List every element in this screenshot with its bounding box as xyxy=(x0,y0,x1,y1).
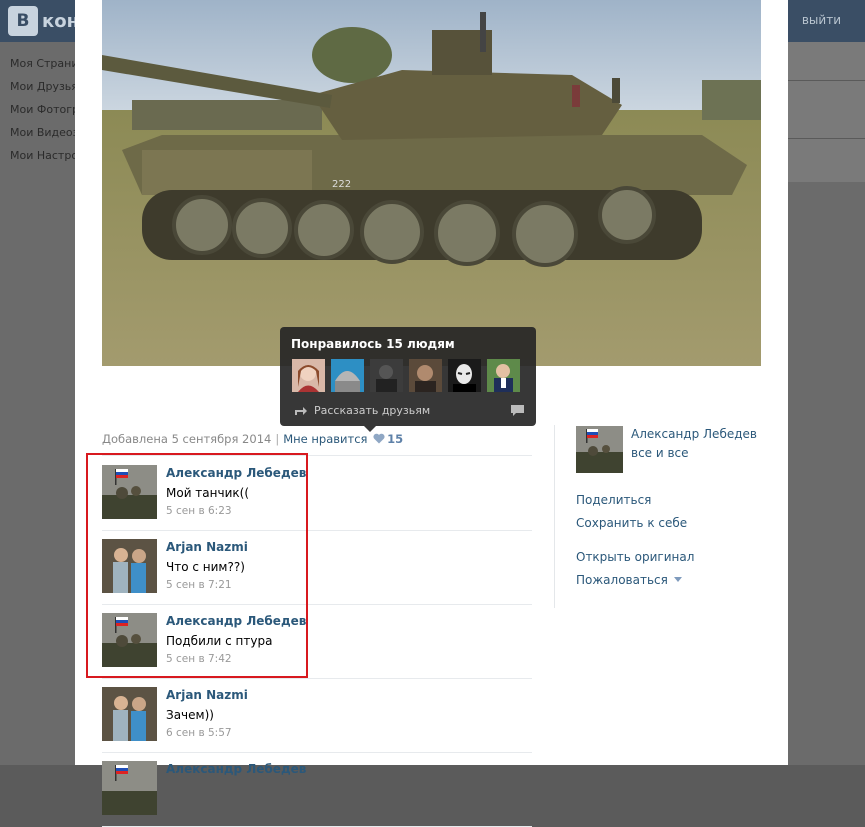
report-dropdown[interactable]: Пожаловаться xyxy=(576,573,682,587)
comment-author[interactable]: Александр Лебедев xyxy=(166,762,306,776)
comment-avatar[interactable] xyxy=(102,687,157,741)
nav-my-videos[interactable]: Мои Видеоз xyxy=(0,121,80,144)
nav-my-settings[interactable]: Мои Настро xyxy=(0,144,80,167)
chevron-down-icon xyxy=(673,577,682,582)
tank-photo-illustration: 222 xyxy=(102,0,761,366)
save-link[interactable]: Сохранить к себе xyxy=(576,516,687,530)
report-label: Пожаловаться xyxy=(576,573,668,587)
liker-avatars xyxy=(292,359,520,392)
share-arrow-icon xyxy=(295,407,307,415)
share-link[interactable]: Поделиться xyxy=(576,493,651,507)
logo-text: кон xyxy=(42,10,80,32)
comment-item: Александр Лебедев xyxy=(102,753,532,827)
liker-avatar[interactable] xyxy=(448,359,481,392)
like-button[interactable]: Мне нравится xyxy=(283,432,367,446)
share-with-friends-label: Рассказать друзьям xyxy=(314,404,431,417)
nav-my-friends[interactable]: Мои Друзья xyxy=(0,75,80,98)
comment-icon[interactable] xyxy=(511,405,524,416)
site-logo[interactable]: В кон xyxy=(8,6,79,36)
added-date: Добавлена 5 сентября 2014 xyxy=(102,432,272,446)
column-separator xyxy=(554,425,555,608)
owner-avatar[interactable] xyxy=(576,426,623,473)
comment-avatar[interactable] xyxy=(102,761,157,815)
dimmed-right-panel xyxy=(788,42,865,182)
left-nav: Моя Страни Мои Друзья Мои Фотогр Мои Вид… xyxy=(0,52,80,167)
open-original-link[interactable]: Открыть оригинал xyxy=(576,550,694,564)
owner-album[interactable]: все и все xyxy=(631,446,689,460)
comment-author[interactable]: Arjan Nazmi xyxy=(166,688,248,702)
likes-tooltip-title[interactable]: Понравилось 15 людям xyxy=(291,337,455,351)
liker-avatar[interactable] xyxy=(487,359,520,392)
highlight-box xyxy=(86,453,308,678)
liker-avatar[interactable] xyxy=(409,359,442,392)
meta-separator: | xyxy=(275,432,280,446)
photo-meta: Добавлена 5 сентября 2014 | Мне нравится 1… xyxy=(102,432,403,446)
heart-icon[interactable] xyxy=(373,433,385,444)
liker-avatar[interactable] xyxy=(370,359,403,392)
logout-link[interactable]: выйти xyxy=(802,13,841,27)
owner-name[interactable]: Александр Лебедев xyxy=(631,427,757,441)
photo[interactable]: 222 xyxy=(102,0,761,366)
nav-my-page[interactable]: Моя Страни xyxy=(0,52,80,75)
like-count[interactable]: 15 xyxy=(387,432,403,446)
liker-avatar[interactable] xyxy=(331,359,364,392)
nav-my-photos[interactable]: Мои Фотогр xyxy=(0,98,80,121)
comment-time[interactable]: 6 сен в 5:57 xyxy=(166,727,232,739)
svg-text:222: 222 xyxy=(332,179,351,190)
vk-logo-icon: В xyxy=(8,6,38,36)
likes-tooltip: Понравилось 15 людям Рассказать друзьям xyxy=(280,327,536,432)
comment-text: Зачем)) xyxy=(166,708,214,722)
liker-avatar[interactable] xyxy=(292,359,325,392)
comment-item: Arjan Nazmi Зачем)) 6 сен в 5:57 xyxy=(102,679,532,753)
share-with-friends[interactable]: Рассказать друзьям xyxy=(294,404,430,417)
